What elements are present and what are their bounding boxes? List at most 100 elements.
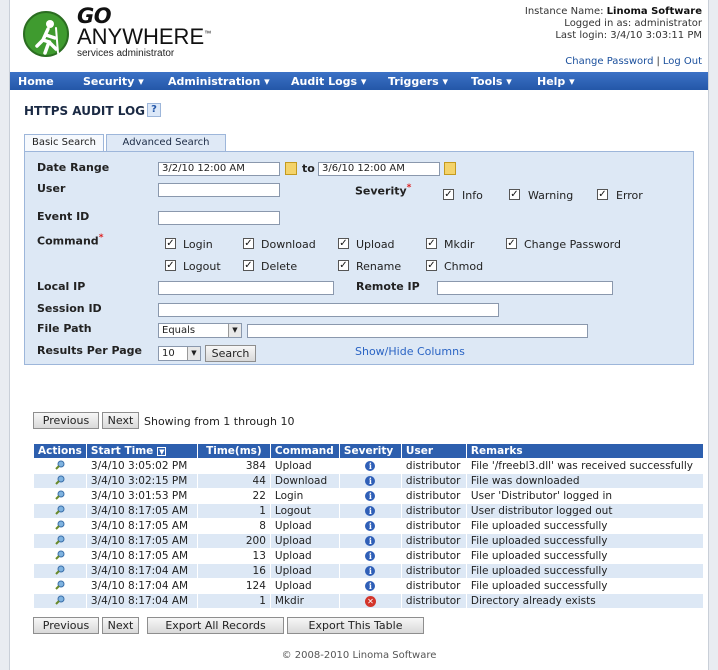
audit-log-table: Actions Start Time ▼ Time(ms) Command Sev…: [33, 443, 705, 609]
previous-button[interactable]: Previous: [33, 412, 99, 429]
change-password-link[interactable]: Change Password: [565, 56, 653, 67]
severity-cell: i: [338, 563, 402, 579]
view-details-icon[interactable]: [55, 550, 65, 560]
column-header[interactable]: Remarks: [465, 443, 705, 459]
view-details-icon[interactable]: [55, 460, 65, 470]
user-cell: distributor: [400, 488, 467, 504]
table-row: 3/4/10 3:01:53 PM 22 Login i distributor User…: [33, 488, 705, 504]
command-label: Command*: [37, 232, 103, 248]
user-label: User: [37, 182, 66, 195]
nav-help[interactable]: Help ▾: [537, 75, 575, 88]
header: GO ANYWHERE™ services administrator Inst…: [10, 0, 708, 70]
info-icon: i: [365, 536, 376, 546]
start-time-cell: 3/4/10 3:02:15 PM: [85, 473, 198, 489]
sort-icon[interactable]: ▼: [157, 446, 167, 456]
search-panel: Date Range 3/2/10 12:00 AM to 3/6/10 12:…: [24, 151, 694, 365]
view-details-icon[interactable]: [55, 490, 65, 500]
info-icon: i: [365, 566, 376, 576]
column-header[interactable]: Time(ms): [196, 443, 271, 459]
command-mkdir-checkbox[interactable]: ✓: [426, 238, 437, 249]
command-logout-checkbox[interactable]: ✓: [165, 260, 176, 271]
command-change-password-checkbox[interactable]: ✓: [506, 238, 517, 249]
tab-advanced-search[interactable]: Advanced Search: [106, 134, 226, 151]
next-button[interactable]: Next: [102, 617, 139, 634]
command-rename-checkbox[interactable]: ✓: [338, 260, 349, 271]
nav-home[interactable]: Home: [18, 75, 54, 88]
time-ms-cell: 44: [196, 473, 271, 489]
calendar-icon[interactable]: [444, 162, 456, 175]
logout-link[interactable]: Log Out: [663, 56, 702, 67]
user-cell: distributor: [400, 473, 467, 489]
command-download-label: Download: [261, 238, 316, 251]
help-icon[interactable]: ?: [147, 103, 161, 117]
table-row: 3/4/10 8:17:04 AM 124 Upload i distributor Fi…: [33, 578, 705, 594]
command-label-text: Command: [37, 234, 99, 248]
file-path-match-select[interactable]: Equals ▼: [158, 323, 242, 338]
command-download-checkbox[interactable]: ✓: [243, 238, 254, 249]
severity-info-checkbox[interactable]: ✓: [443, 189, 454, 200]
command-upload-checkbox[interactable]: ✓: [338, 238, 349, 249]
date-range-label: Date Range: [37, 161, 110, 174]
user-cell: distributor: [400, 518, 467, 534]
event-id-input[interactable]: [158, 211, 280, 225]
export-all-records-button[interactable]: Export All Records: [147, 617, 284, 634]
start-time-cell: 3/4/10 8:17:05 AM: [85, 548, 198, 564]
remarks-cell: File uploaded successfully: [465, 548, 705, 564]
severity-warning-checkbox[interactable]: ✓: [509, 189, 520, 200]
user-input[interactable]: [158, 183, 280, 197]
column-header[interactable]: User: [400, 443, 467, 459]
row-actions: [33, 473, 87, 489]
next-button[interactable]: Next: [102, 412, 139, 429]
remarks-cell: File '/freebl3.dll' was received success…: [465, 458, 705, 474]
column-header[interactable]: Command: [269, 443, 340, 459]
row-actions: [33, 593, 87, 609]
command-login-label: Login: [183, 238, 213, 251]
view-details-icon[interactable]: [55, 475, 65, 485]
nav-security[interactable]: Security ▾: [83, 75, 144, 88]
footer-copyright: © 2008-2010 Linoma Software: [281, 650, 437, 661]
start-time-cell: 3/4/10 3:05:02 PM: [85, 458, 198, 474]
show-hide-columns-link[interactable]: Show/Hide Columns: [355, 345, 465, 358]
time-ms-cell: 1: [196, 503, 271, 519]
date-to-input[interactable]: 3/6/10 12:00 AM: [318, 162, 440, 176]
view-details-icon[interactable]: [55, 565, 65, 575]
severity-error-checkbox[interactable]: ✓: [597, 189, 608, 200]
command-delete-checkbox[interactable]: ✓: [243, 260, 254, 271]
severity-cell: i: [338, 503, 402, 519]
previous-button[interactable]: Previous: [33, 617, 99, 634]
command-chmod-label: Chmod: [444, 260, 484, 273]
file-path-input[interactable]: [247, 324, 588, 338]
time-ms-cell: 124: [196, 578, 271, 594]
time-ms-cell: 13: [196, 548, 271, 564]
row-actions: [33, 563, 87, 579]
column-header-start-time[interactable]: Start Time ▼: [85, 443, 198, 459]
column-header[interactable]: Severity: [338, 443, 402, 459]
remote-ip-input[interactable]: [437, 281, 613, 295]
view-details-icon[interactable]: [55, 580, 65, 590]
nav-tools[interactable]: Tools ▾: [471, 75, 512, 88]
search-button[interactable]: Search: [205, 345, 256, 362]
results-per-page-select[interactable]: 10 ▼: [158, 346, 201, 361]
user-cell: distributor: [400, 548, 467, 564]
view-details-icon[interactable]: [55, 520, 65, 530]
view-details-icon[interactable]: [55, 535, 65, 545]
nav-audit-logs[interactable]: Audit Logs ▾: [291, 75, 366, 88]
nav-triggers[interactable]: Triggers ▾: [388, 75, 448, 88]
export-this-table-button[interactable]: Export This Table: [287, 617, 424, 634]
command-login-checkbox[interactable]: ✓: [165, 238, 176, 249]
view-details-icon[interactable]: [55, 595, 65, 605]
tab-basic-search[interactable]: Basic Search: [24, 134, 104, 151]
date-from-input[interactable]: 3/2/10 12:00 AM: [158, 162, 280, 176]
info-icon: i: [365, 476, 376, 486]
row-actions: [33, 578, 87, 594]
table-row: 3/4/10 3:05:02 PM 384 Upload i distributor Fi…: [33, 458, 705, 474]
command-chmod-checkbox[interactable]: ✓: [426, 260, 437, 271]
calendar-icon[interactable]: [285, 162, 297, 175]
remarks-cell: File uploaded successfully: [465, 578, 705, 594]
info-icon: i: [365, 506, 376, 516]
session-id-input[interactable]: [158, 303, 499, 317]
nav-administration[interactable]: Administration ▾: [168, 75, 270, 88]
user-cell: distributor: [400, 593, 467, 609]
local-ip-input[interactable]: [158, 281, 334, 295]
view-details-icon[interactable]: [55, 505, 65, 515]
